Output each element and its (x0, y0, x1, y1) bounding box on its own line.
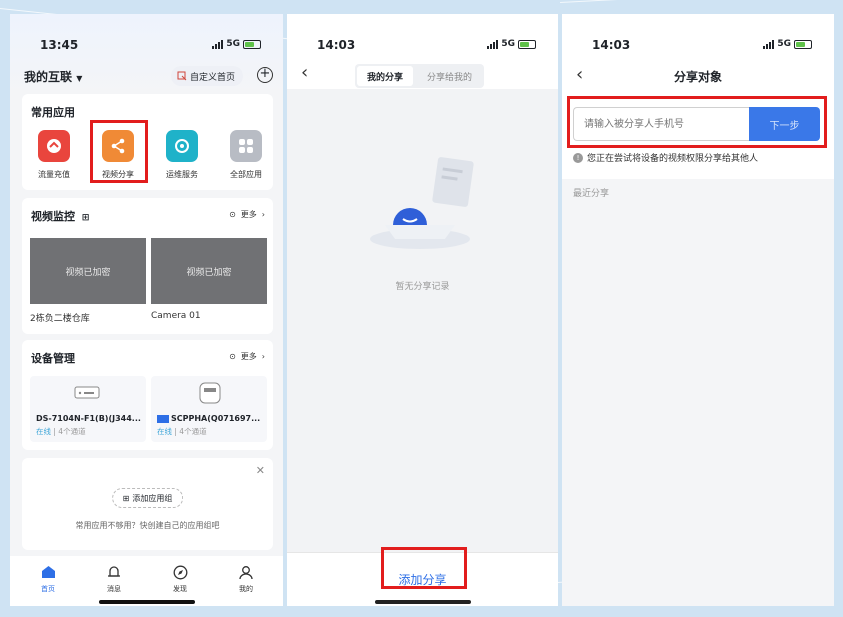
chevron-right-icon: › (261, 210, 265, 219)
status-time: 14:03 (592, 38, 631, 52)
video-monitor-title: 视频监控 ⊞ (31, 210, 90, 223)
battery-icon (518, 39, 536, 49)
app-maintenance[interactable]: 运维服务 (158, 130, 206, 180)
info-icon: ! (573, 152, 583, 163)
camera-name: 2栋负二楼仓库 (30, 314, 90, 324)
brand-badge-icon (157, 414, 169, 423)
grid-small-icon: ⊞ (122, 493, 130, 503)
highlight-box (381, 547, 467, 589)
video-monitor-card: 视频监控 ⊞ ⊙ 更多 › 视频已加密 2栋负二楼仓库 视频已加密 Camera… (22, 198, 273, 334)
home-icon (28, 564, 68, 580)
video-more-link[interactable]: ⊙ 更多 › (229, 209, 265, 220)
highlight-box (90, 120, 148, 183)
settings-icon: ⊙ (229, 352, 236, 361)
app-all-apps[interactable]: 全部应用 (222, 130, 270, 180)
highlight-box (567, 96, 827, 148)
signal-icon (763, 39, 775, 49)
status-bar: 14:03 5G (562, 38, 834, 54)
maintenance-icon (166, 130, 198, 162)
chevron-right-icon: › (261, 352, 265, 361)
status-bar: 14:03 5G (287, 38, 558, 54)
home-header: 我的互联 ▼ 自定义首页 + (24, 66, 273, 88)
my-shares-screen: 14:03 5G ‹ 我的分享 分享给我的 暂无分享记录 添加分享 (287, 14, 558, 606)
camera-name: Camera 01 (151, 311, 201, 321)
close-icon[interactable]: ✕ (256, 464, 265, 477)
workspace-switcher[interactable]: 我的互联 ▼ (24, 68, 82, 85)
home-indicator (98, 600, 195, 604)
camera-thumbnail[interactable]: 视频已加密 (30, 238, 146, 304)
page-title: 分享对象 (673, 70, 722, 84)
battery-icon (794, 39, 812, 49)
network-type: 5G (501, 39, 515, 49)
status-time: 14:03 (317, 38, 356, 52)
empty-state: 暂无分享记录 (287, 89, 558, 552)
status-bar: 13:45 5G (10, 38, 283, 54)
share-target-screen: 14:03 5G ‹ 分享对象 下一步 ! 您正在尝试将设备的视频权限分享给其他… (562, 14, 834, 606)
device-item[interactable]: DS-7104N-F1(B)(J344... 在线 | 4个通道 (30, 376, 146, 442)
share-tabs: 我的分享 分享给我的 (355, 64, 485, 88)
bell-icon (94, 564, 134, 580)
nvr-icon (74, 386, 100, 399)
camera-thumbnail[interactable]: 视频已加密 (151, 238, 267, 304)
empty-text: 暂无分享记录 (395, 282, 450, 292)
bg-line (560, 0, 843, 3)
battery-icon (243, 39, 261, 49)
plus-circle-icon[interactable]: + (257, 67, 273, 83)
device-mgmt-card: 设备管理 ⊙ 更多 › DS-7104N-F1(B)(J344... 在线 | … (22, 340, 273, 450)
empty-share-illustration (370, 157, 474, 249)
settings-icon: ⊙ (229, 210, 236, 219)
compass-icon (160, 564, 200, 580)
device-mgmt-title: 设备管理 (31, 352, 75, 365)
app-data-topup[interactable]: 流量充值 (30, 130, 78, 180)
tab-discover[interactable]: 发现 (160, 564, 200, 594)
app-group-desc: 常用应用不够用？快创建自己的应用组吧 (75, 521, 220, 530)
signal-icon (487, 39, 499, 49)
tab-home[interactable]: 首页 (28, 564, 68, 594)
caret-down-icon: ▼ (76, 74, 83, 83)
customize-icon (177, 71, 187, 81)
device-item[interactable]: SCPPHA(Q071697... 在线 | 4个通道 (151, 376, 267, 442)
grid-small-icon: ⊞ (81, 213, 90, 223)
device-more-link[interactable]: ⊙ 更多 › (229, 351, 265, 362)
grid-icon (230, 130, 262, 162)
tab-mine[interactable]: 我的 (226, 564, 266, 594)
home-screen: 13:45 5G 我的互联 ▼ 自定义首页 + 常用应用 流量充值 视频分享 运… (10, 14, 283, 606)
tab-my-shares[interactable]: 我的分享 (357, 66, 414, 86)
bottom-tabbar: 首页 消息 发现 我的 (10, 556, 283, 606)
network-type: 5G (226, 39, 240, 49)
back-chevron-icon[interactable]: ‹ (301, 62, 308, 83)
tab-messages[interactable]: 消息 (94, 564, 134, 594)
user-icon (226, 564, 266, 580)
tab-shared-with-me[interactable]: 分享给我的 (417, 66, 482, 86)
status-time: 13:45 (40, 38, 79, 52)
common-apps-title: 常用应用 (31, 106, 75, 119)
network-type: 5G (777, 39, 791, 49)
signal-icon (212, 39, 224, 49)
data-topup-icon (38, 130, 70, 162)
recent-shares-label: 最近分享 (573, 189, 610, 199)
share-hint: ! 您正在尝试将设备的视频权限分享给其他人 (573, 151, 758, 164)
device-box-icon (199, 382, 221, 404)
custom-home-button[interactable]: 自定义首页 (170, 66, 243, 86)
home-indicator (374, 600, 471, 604)
app-group-card: ✕ ⊞ 添加应用组 常用应用不够用？快创建自己的应用组吧 (22, 458, 273, 550)
add-app-group-button[interactable]: ⊞ 添加应用组 (111, 488, 184, 508)
